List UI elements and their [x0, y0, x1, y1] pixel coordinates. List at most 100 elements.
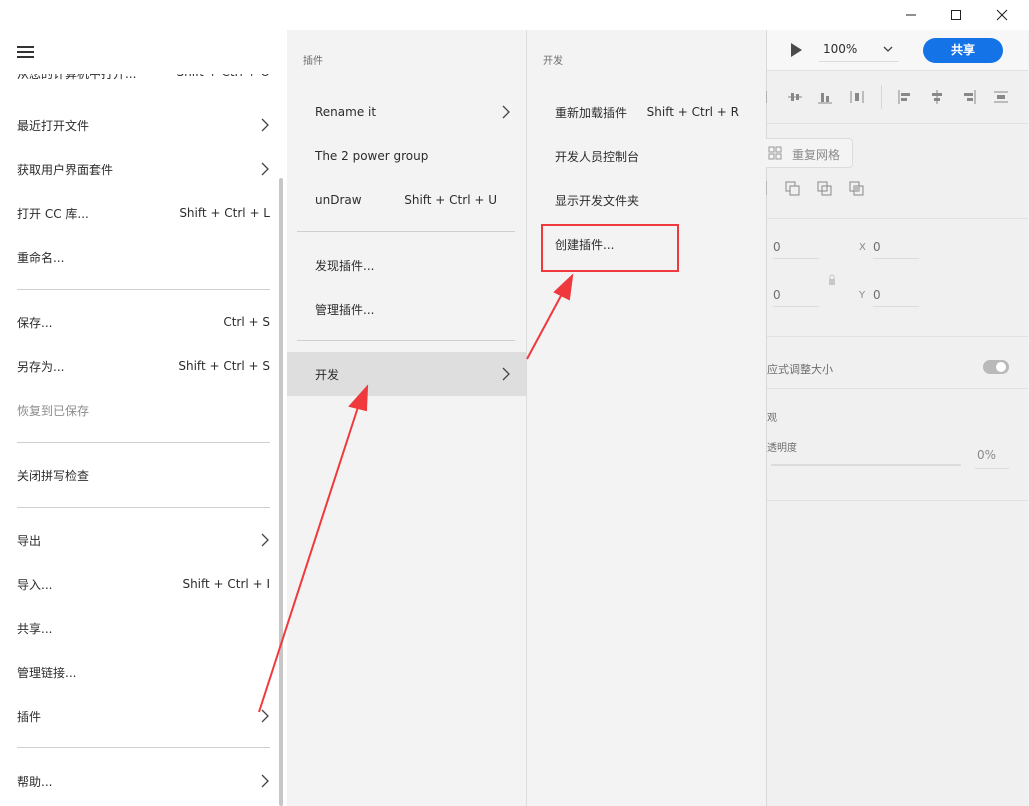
- repeat-grid-button[interactable]: 重复网格: [761, 138, 853, 168]
- maximize-icon: [951, 10, 961, 20]
- chevron-right-icon: [261, 533, 269, 547]
- opacity-underline: [975, 468, 1009, 469]
- chevron-down-icon[interactable]: [883, 45, 893, 53]
- menu-item-label: 打开 CC 库...: [17, 206, 89, 221]
- menu-separator: [17, 289, 270, 290]
- menu-item-revert-to-saved: 恢复到已保存: [17, 388, 270, 432]
- distribute-vertical-icon[interactable]: [849, 89, 865, 105]
- menu-separator: [17, 442, 270, 443]
- menu-item-import[interactable]: 导入... Shift + Ctrl + I: [17, 562, 270, 606]
- menu-item-shortcut: Shift + Ctrl + S: [178, 359, 270, 373]
- menu-item-save[interactable]: 保存... Ctrl + S: [17, 300, 270, 344]
- menu-item-label: 从您的计算机中打开...: [17, 74, 137, 81]
- x-label: X: [859, 242, 866, 253]
- zoom-value[interactable]: 100%: [823, 42, 857, 56]
- divider: [767, 388, 1028, 389]
- menu-item-undraw[interactable]: unDraw Shift + Ctrl + U: [315, 178, 497, 222]
- menu-item-export[interactable]: 导出: [17, 518, 270, 562]
- menu-item-rename-it[interactable]: Rename it: [315, 90, 511, 134]
- boolean-intersect-icon[interactable]: [817, 181, 833, 197]
- menu-item-manage-links[interactable]: 管理链接...: [17, 650, 270, 694]
- menu-separator: [17, 747, 270, 748]
- submenu-title: 开发: [543, 56, 563, 67]
- menu-item-shortcut: Shift + Ctrl + R: [646, 105, 739, 119]
- menu-item-share[interactable]: 共享...: [17, 606, 270, 650]
- title-bar: [0, 0, 1029, 30]
- menu-item-show-develop-folder[interactable]: 显示开发文件夹: [555, 178, 741, 222]
- align-toolbar: [765, 71, 1028, 124]
- menu-item-discover-plugins[interactable]: 发现插件...: [315, 243, 511, 287]
- minimize-icon: [906, 14, 916, 16]
- responsive-resize-toggle[interactable]: [983, 360, 1009, 374]
- menu-item-developer-console[interactable]: 开发人员控制台: [555, 134, 741, 178]
- y-label: Y: [859, 290, 866, 301]
- menu-item-reload-plugins[interactable]: 重新加载插件 Shift + Ctrl + R: [555, 90, 739, 134]
- menu-item-rename[interactable]: 重命名...: [17, 235, 270, 279]
- opacity-label: 透明度: [767, 443, 797, 454]
- chevron-right-icon: [261, 774, 269, 788]
- menu-item-label: 显示开发文件夹: [555, 193, 640, 208]
- menu-item-label: unDraw: [315, 193, 362, 207]
- divider: [767, 218, 1028, 219]
- menu-item-manage-plugins[interactable]: 管理插件...: [315, 287, 511, 331]
- close-icon: [996, 9, 1008, 21]
- boolean-subtract-icon[interactable]: [785, 181, 801, 197]
- menu-item-the-2-power-group[interactable]: The 2 power group: [315, 134, 511, 178]
- height-field[interactable]: 0: [773, 288, 819, 307]
- play-icon[interactable]: [789, 42, 803, 58]
- y-field[interactable]: 0: [873, 288, 919, 307]
- close-button[interactable]: [979, 0, 1025, 30]
- menu-item-plugins[interactable]: 插件: [17, 694, 270, 738]
- width-field[interactable]: 0: [773, 240, 819, 259]
- menu-item-label: 发现插件...: [315, 258, 375, 273]
- x-field[interactable]: 0: [873, 240, 919, 259]
- plugins-submenu: 插件 Rename it The 2 power group unDraw Sh…: [287, 30, 527, 806]
- menu-scrollbar[interactable]: [279, 178, 283, 806]
- menu-item-save-as[interactable]: 另存为... Shift + Ctrl + S: [17, 344, 270, 388]
- chevron-right-icon: [261, 162, 269, 176]
- distribute-horizontal-icon[interactable]: [993, 89, 1009, 105]
- app-toolbar: 100% 共享: [767, 30, 1028, 71]
- app-right-panel: 100% 共享 重复网格 0 X 0 0 Y 0 应式调整大小 观 透明度 0%: [761, 30, 1028, 806]
- menu-item-shortcut: Shift + Ctrl + O: [177, 74, 270, 82]
- align-middle-icon[interactable]: [787, 89, 803, 105]
- menu-item-label: 开发人员控制台: [555, 149, 640, 164]
- boolean-exclude-icon[interactable]: [849, 181, 865, 197]
- menu-item-help[interactable]: 帮助...: [17, 759, 270, 803]
- opacity-value[interactable]: 0%: [977, 448, 996, 462]
- menu-item-label: 恢复到已保存: [17, 403, 90, 418]
- menu-item-label: 重命名...: [17, 250, 65, 265]
- minimize-button[interactable]: [888, 0, 934, 30]
- menu-item-open-from-computer[interactable]: 从您的计算机中打开... Shift + Ctrl + O: [17, 74, 270, 88]
- opacity-slider[interactable]: [771, 464, 961, 466]
- menu-item-label: The 2 power group: [315, 149, 429, 163]
- align-center-icon[interactable]: [929, 89, 945, 105]
- appearance-label: 观: [767, 413, 777, 424]
- menu-item-get-ui-kits[interactable]: 获取用户界面套件: [17, 147, 270, 191]
- maximize-button[interactable]: [933, 0, 979, 30]
- repeat-grid-label: 重复网格: [792, 148, 841, 162]
- menu-item-disable-spellcheck[interactable]: 关闭拼写检查: [17, 453, 270, 497]
- menu-separator: [297, 340, 515, 341]
- share-button[interactable]: 共享: [923, 38, 1003, 63]
- menu-item-label: 另存为...: [17, 359, 65, 374]
- menu-item-label: 共享...: [17, 621, 53, 636]
- menu-item-label: 最近打开文件: [17, 118, 90, 133]
- chevron-right-icon: [261, 118, 269, 132]
- menu-item-label: 保存...: [17, 315, 53, 330]
- development-submenu: 开发 重新加载插件 Shift + Ctrl + R 开发人员控制台 显示开发文…: [527, 30, 766, 806]
- submenu-title: 插件: [303, 56, 323, 67]
- menu-item-open-cc-libraries[interactable]: 打开 CC 库... Shift + Ctrl + L: [17, 191, 270, 235]
- annotation-highlight-box: [541, 224, 679, 272]
- menu-item-label: 关闭拼写检查: [17, 468, 90, 483]
- hamburger-menu-icon[interactable]: [17, 45, 35, 59]
- lock-icon[interactable]: [827, 273, 837, 287]
- chevron-right-icon: [261, 709, 269, 723]
- align-right-icon[interactable]: [961, 89, 977, 105]
- align-bottom-icon[interactable]: [817, 89, 833, 105]
- menu-item-label: 导入...: [17, 577, 53, 592]
- toggle-knob: [996, 362, 1006, 372]
- menu-item-development[interactable]: 开发: [315, 352, 511, 396]
- align-left-icon[interactable]: [897, 89, 913, 105]
- menu-item-recent-files[interactable]: 最近打开文件: [17, 103, 270, 147]
